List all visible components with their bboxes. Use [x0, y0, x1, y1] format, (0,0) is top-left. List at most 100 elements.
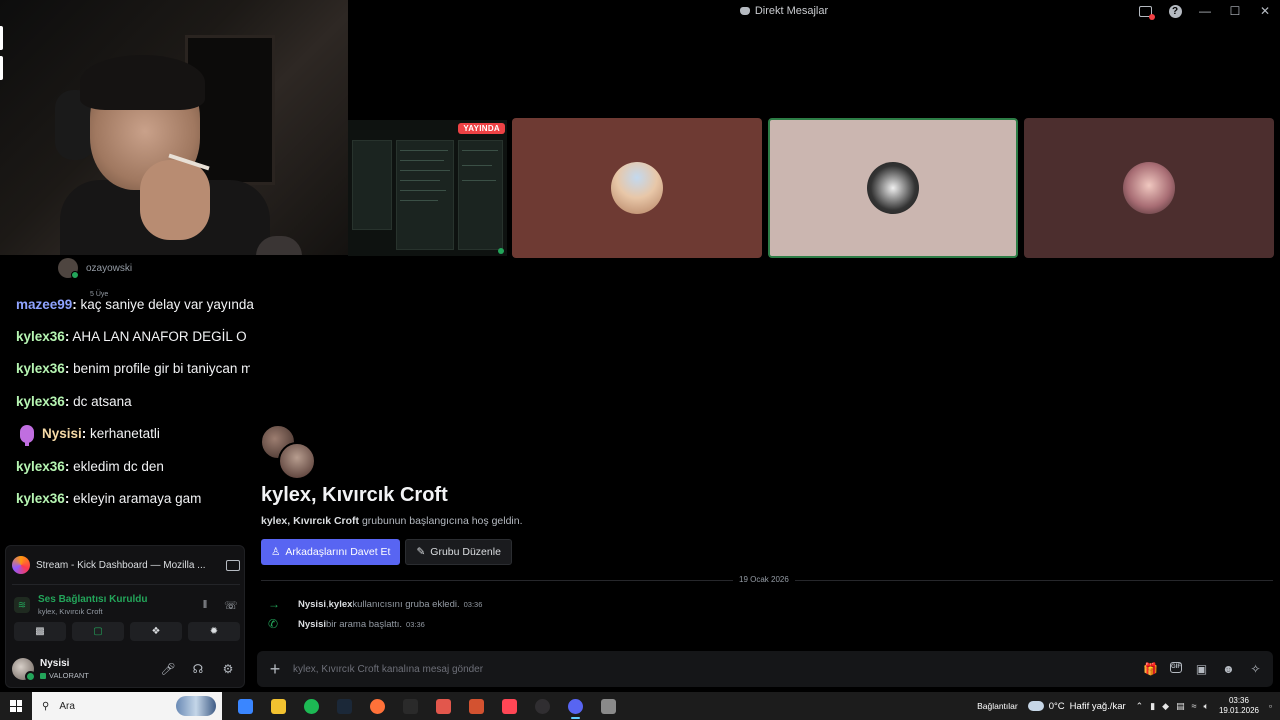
taskbar-app[interactable]	[364, 692, 391, 720]
taskbar-app[interactable]	[397, 692, 424, 720]
apps-icon[interactable]: ✧	[1248, 662, 1263, 677]
stream-preview-bar[interactable]: Stream - Kick Dashboard — Mozilla ...	[12, 552, 240, 578]
taskbar-app[interactable]	[529, 692, 556, 720]
soundboard-wave-icon[interactable]: ‖	[196, 599, 214, 611]
clock-time: 03:36	[1228, 696, 1249, 705]
chat-text: AHA LAN ANAFOR DEGİL O	[69, 329, 247, 345]
gif-icon[interactable]: GIF	[1170, 661, 1182, 673]
chat-username[interactable]: kylex36	[16, 491, 65, 506]
chat-text: kaç saniye delay var yayında	[76, 296, 254, 312]
wifi-icon[interactable]: ≈	[1192, 701, 1197, 712]
pencil-icon: ✎	[416, 546, 426, 558]
start-button[interactable]	[0, 692, 32, 720]
taskbar-app[interactable]	[595, 692, 622, 720]
connection-status[interactable]: Ses Bağlantısı Kuruldu	[38, 594, 147, 605]
disconnect-icon[interactable]: ☏	[222, 599, 240, 612]
tray-icons: ⌃ ▮ ◆ ▤ ≈ 🔈︎	[1136, 701, 1209, 712]
webcam-hair	[80, 55, 205, 110]
dm-conversation: kylex, Kıvırcık Croft kylex, Kıvırcık Cr…	[250, 358, 1280, 690]
file-explorer-icon	[271, 698, 286, 714]
emoji-icon[interactable]: ☻	[1221, 662, 1236, 677]
system-message: → Nysisi, kylex kullanıcısını gruba ekle…	[268, 597, 482, 611]
system-message-text: kullanıcısını gruba ekledi.	[352, 598, 460, 610]
participant-tile[interactable]	[1024, 118, 1274, 258]
signal-icon[interactable]: ≋	[14, 597, 30, 613]
network-label[interactable]: Bağlantılar	[977, 701, 1018, 711]
headphones-icon[interactable]: ☊	[186, 662, 210, 676]
composer-tools: 🎁 GIF ▣ ☻ ✧	[1143, 661, 1273, 677]
taskbar-app[interactable]	[331, 692, 358, 720]
message-composer: + 🎁 GIF ▣ ☻ ✧	[257, 651, 1273, 687]
chat-username[interactable]: Nysisi	[42, 426, 82, 441]
left-edge-tabs	[0, 26, 4, 86]
invite-friends-button[interactable]: ♙ Arkadaşlarını Davet Et	[261, 539, 401, 565]
message-input[interactable]	[293, 663, 1143, 675]
soundboard-button[interactable]: ✹	[188, 622, 240, 641]
group-intro-text: grubunun başlangıcına hoş geldin.	[359, 515, 523, 527]
window-title: Direkt Mesajlar	[754, 5, 829, 17]
stop-stream-icon[interactable]	[226, 559, 240, 571]
edit-group-label: Grubu Düzenle	[430, 546, 501, 558]
chat-username[interactable]: kylex36	[16, 361, 65, 376]
gear-icon[interactable]: ⚙	[216, 662, 240, 676]
help-button[interactable]: ?	[1160, 0, 1190, 22]
tray-app-icon[interactable]: ◆	[1162, 701, 1169, 712]
taskbar-app[interactable]	[430, 692, 457, 720]
close-button[interactable]: ✕	[1250, 0, 1280, 22]
screen-share-button[interactable]: ▢	[72, 622, 124, 641]
chat-text: dc atsana	[69, 393, 132, 409]
avatar[interactable]	[12, 658, 36, 682]
taskbar-app[interactable]	[298, 692, 325, 720]
camera-off-button[interactable]: ▩	[14, 622, 66, 641]
screenshare-text-line	[400, 160, 444, 161]
volume-icon[interactable]: 🔈︎	[1204, 701, 1209, 712]
screenshare-tile[interactable]: YAYINDA	[348, 120, 507, 256]
sticker-icon[interactable]: ▣	[1194, 662, 1209, 677]
chat-username[interactable]: kylex36	[16, 459, 65, 474]
taskbar-app[interactable]	[265, 692, 292, 720]
connection-channel[interactable]: kylex, Kıvırcık Croft	[38, 607, 147, 616]
participant-tile-speaking[interactable]	[768, 118, 1018, 258]
notification-icon[interactable]: ▫	[1269, 701, 1272, 711]
inbox-button[interactable]	[1130, 0, 1160, 22]
microphone-icon[interactable]: 🎤︎	[156, 662, 180, 676]
taskbar-app[interactable]	[562, 692, 589, 720]
steam-icon	[337, 698, 352, 714]
group-intro-name: kylex, Kıvırcık Croft	[261, 515, 360, 527]
taskbar-app[interactable]	[232, 692, 259, 720]
chat-username[interactable]: kylex36	[16, 329, 65, 344]
minimize-button[interactable]: —	[1190, 0, 1220, 22]
chat-username[interactable]: mazee99	[16, 297, 72, 312]
left-edge-tab[interactable]	[0, 26, 3, 50]
battery-icon[interactable]: ▮	[1150, 701, 1155, 712]
chat-username[interactable]: kylex36	[16, 394, 65, 409]
system-tray: Bağlantılar 0°C Hafif yağ./kar ⌃ ▮ ◆ ▤ ≈…	[977, 692, 1280, 720]
system-message-actor[interactable]: Nysisi	[298, 599, 326, 610]
discord-icon	[568, 698, 583, 714]
member-item[interactable]: ozayowski	[48, 255, 248, 281]
maximize-button[interactable]: ☐	[1220, 0, 1250, 22]
participant-tile[interactable]	[512, 118, 762, 258]
system-message-target[interactable]: kylex	[329, 599, 353, 610]
divider	[12, 584, 240, 585]
weather-temp: 0°C	[1048, 700, 1065, 712]
system-message-actor[interactable]: Nysisi	[298, 619, 326, 630]
activities-button[interactable]: ❖	[130, 622, 182, 641]
chat-text: kerhanetatli	[86, 426, 160, 442]
edit-group-button[interactable]: ✎ Grubu Düzenle	[405, 539, 512, 565]
attach-plus-icon[interactable]: +	[257, 659, 293, 680]
firefox-icon	[12, 556, 30, 574]
left-edge-tab[interactable]	[0, 56, 3, 80]
gift-icon[interactable]: 🎁	[1143, 662, 1158, 677]
weather-widget[interactable]: 0°C Hafif yağ./kar	[1027, 700, 1126, 712]
user-status: VALORANT	[40, 671, 150, 680]
game-status-icon	[40, 672, 46, 679]
user-info[interactable]: Nysisi VALORANT	[40, 658, 150, 680]
network-icon[interactable]: ▤	[1176, 701, 1185, 712]
taskbar-app[interactable]	[496, 692, 523, 720]
chevron-up-icon[interactable]: ⌃	[1136, 701, 1144, 712]
taskbar-clock[interactable]: 03:36 19.01.2026	[1219, 696, 1259, 716]
status-dot	[498, 248, 504, 254]
taskbar-search[interactable]: ⚲ Ara	[32, 692, 222, 720]
taskbar-app[interactable]	[463, 692, 490, 720]
